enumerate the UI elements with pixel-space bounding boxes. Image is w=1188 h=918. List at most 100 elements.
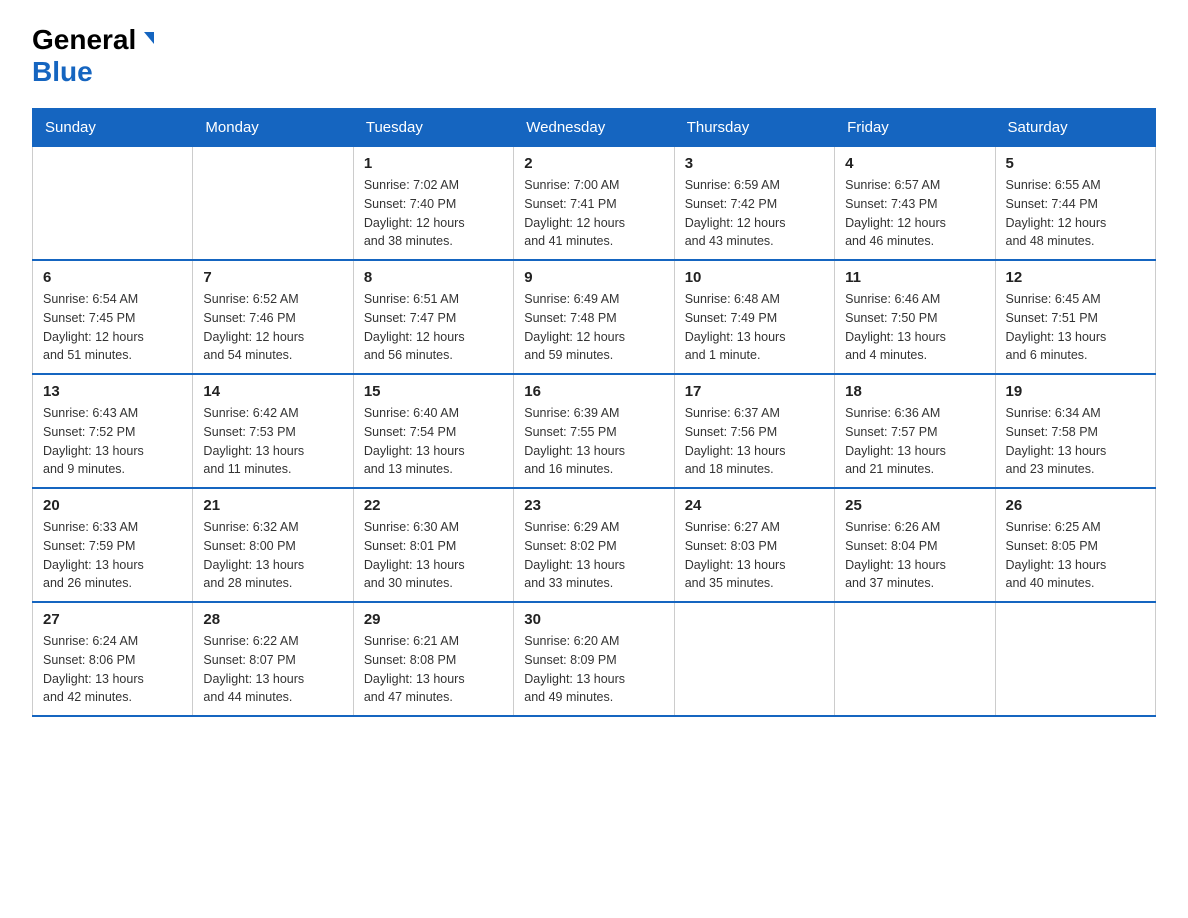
day-info: Sunrise: 6:25 AM Sunset: 8:05 PM Dayligh… [1006, 518, 1145, 593]
logo-general-text: General [32, 24, 136, 56]
calendar-day-cell: 1 Sunrise: 7:02 AM Sunset: 7:40 PM Daylig… [353, 147, 513, 261]
calendar-day-cell: 27 Sunrise: 6:24 AM Sunset: 8:06 PM Dayli… [33, 602, 193, 716]
day-number: 21 [203, 497, 342, 514]
day-info: Sunrise: 6:34 AM Sunset: 7:58 PM Dayligh… [1006, 404, 1145, 479]
day-info: Sunrise: 6:46 AM Sunset: 7:50 PM Dayligh… [845, 290, 984, 365]
day-number: 14 [203, 383, 342, 400]
calendar-day-cell: 20 Sunrise: 6:33 AM Sunset: 7:59 PM Dayli… [33, 488, 193, 602]
day-info: Sunrise: 6:59 AM Sunset: 7:42 PM Dayligh… [685, 176, 824, 251]
day-number: 19 [1006, 383, 1145, 400]
day-number: 29 [364, 611, 503, 628]
day-info: Sunrise: 6:32 AM Sunset: 8:00 PM Dayligh… [203, 518, 342, 593]
day-info: Sunrise: 6:40 AM Sunset: 7:54 PM Dayligh… [364, 404, 503, 479]
calendar-day-cell: 18Sunrise: 6:36 AM Sunset: 7:57 PM Dayli… [835, 374, 995, 488]
calendar-day-cell: 21 Sunrise: 6:32 AM Sunset: 8:00 PM Dayli… [193, 488, 353, 602]
day-number: 2 [524, 155, 663, 172]
day-number: 12 [1006, 269, 1145, 286]
day-number: 30 [524, 611, 663, 628]
calendar-day-cell: 28 Sunrise: 6:22 AM Sunset: 8:07 PM Dayli… [193, 602, 353, 716]
logo-blue-text: Blue [32, 56, 93, 87]
calendar-day-cell: 14 Sunrise: 6:42 AM Sunset: 7:53 PM Dayli… [193, 374, 353, 488]
day-info: Sunrise: 6:33 AM Sunset: 7:59 PM Dayligh… [43, 518, 182, 593]
calendar-day-cell [193, 147, 353, 261]
calendar-day-cell: 2 Sunrise: 7:00 AM Sunset: 7:41 PM Daylig… [514, 147, 674, 261]
day-info: Sunrise: 7:00 AM Sunset: 7:41 PM Dayligh… [524, 176, 663, 251]
logo-arrow-icon [140, 30, 158, 53]
day-number: 20 [43, 497, 182, 514]
day-info: Sunrise: 6:45 AM Sunset: 7:51 PM Dayligh… [1006, 290, 1145, 365]
day-number: 6 [43, 269, 182, 286]
day-info: Sunrise: 6:24 AM Sunset: 8:06 PM Dayligh… [43, 632, 182, 707]
calendar-table: SundayMondayTuesdayWednesdayThursdayFrid… [32, 108, 1156, 717]
calendar-day-cell: 12 Sunrise: 6:45 AM Sunset: 7:51 PM Dayli… [995, 260, 1155, 374]
day-number: 10 [685, 269, 824, 286]
calendar-day-cell [995, 602, 1155, 716]
day-number: 15 [364, 383, 503, 400]
calendar-day-cell: 13 Sunrise: 6:43 AM Sunset: 7:52 PM Dayli… [33, 374, 193, 488]
calendar-day-cell [33, 147, 193, 261]
day-of-week-header: Monday [193, 109, 353, 147]
calendar-day-cell: 24Sunrise: 6:27 AM Sunset: 8:03 PM Dayli… [674, 488, 834, 602]
day-number: 22 [364, 497, 503, 514]
calendar-week-row: 20 Sunrise: 6:33 AM Sunset: 7:59 PM Dayli… [33, 488, 1156, 602]
calendar-day-cell: 8 Sunrise: 6:51 AM Sunset: 7:47 PM Daylig… [353, 260, 513, 374]
calendar-week-row: 13 Sunrise: 6:43 AM Sunset: 7:52 PM Dayli… [33, 374, 1156, 488]
day-info: Sunrise: 6:57 AM Sunset: 7:43 PM Dayligh… [845, 176, 984, 251]
day-of-week-header: Sunday [33, 109, 193, 147]
day-number: 26 [1006, 497, 1145, 514]
day-info: Sunrise: 6:37 AM Sunset: 7:56 PM Dayligh… [685, 404, 824, 479]
day-info: Sunrise: 6:48 AM Sunset: 7:49 PM Dayligh… [685, 290, 824, 365]
day-info: Sunrise: 6:21 AM Sunset: 8:08 PM Dayligh… [364, 632, 503, 707]
calendar-day-cell: 16 Sunrise: 6:39 AM Sunset: 7:55 PM Dayli… [514, 374, 674, 488]
day-number: 16 [524, 383, 663, 400]
day-info: Sunrise: 6:55 AM Sunset: 7:44 PM Dayligh… [1006, 176, 1145, 251]
day-info: Sunrise: 7:02 AM Sunset: 7:40 PM Dayligh… [364, 176, 503, 251]
day-info: Sunrise: 6:27 AM Sunset: 8:03 PM Dayligh… [685, 518, 824, 593]
day-number: 9 [524, 269, 663, 286]
calendar-day-cell: 5 Sunrise: 6:55 AM Sunset: 7:44 PM Daylig… [995, 147, 1155, 261]
day-number: 3 [685, 155, 824, 172]
day-number: 7 [203, 269, 342, 286]
day-info: Sunrise: 6:54 AM Sunset: 7:45 PM Dayligh… [43, 290, 182, 365]
day-info: Sunrise: 6:30 AM Sunset: 8:01 PM Dayligh… [364, 518, 503, 593]
calendar-day-cell: 29 Sunrise: 6:21 AM Sunset: 8:08 PM Dayli… [353, 602, 513, 716]
calendar-day-cell: 30 Sunrise: 6:20 AM Sunset: 8:09 PM Dayli… [514, 602, 674, 716]
day-info: Sunrise: 6:49 AM Sunset: 7:48 PM Dayligh… [524, 290, 663, 365]
day-info: Sunrise: 6:36 AM Sunset: 7:57 PM Dayligh… [845, 404, 984, 479]
day-of-week-header: Saturday [995, 109, 1155, 147]
day-number: 5 [1006, 155, 1145, 172]
page-header: General Blue [32, 24, 1156, 88]
logo: General Blue [32, 24, 158, 88]
day-info: Sunrise: 6:51 AM Sunset: 7:47 PM Dayligh… [364, 290, 503, 365]
calendar-week-row: 6 Sunrise: 6:54 AM Sunset: 7:45 PM Daylig… [33, 260, 1156, 374]
calendar-day-cell: 25 Sunrise: 6:26 AM Sunset: 8:04 PM Dayli… [835, 488, 995, 602]
day-info: Sunrise: 6:43 AM Sunset: 7:52 PM Dayligh… [43, 404, 182, 479]
day-of-week-header: Tuesday [353, 109, 513, 147]
day-info: Sunrise: 6:42 AM Sunset: 7:53 PM Dayligh… [203, 404, 342, 479]
day-info: Sunrise: 6:39 AM Sunset: 7:55 PM Dayligh… [524, 404, 663, 479]
calendar-day-cell: 6 Sunrise: 6:54 AM Sunset: 7:45 PM Daylig… [33, 260, 193, 374]
day-of-week-header: Friday [835, 109, 995, 147]
calendar-day-cell [835, 602, 995, 716]
day-number: 25 [845, 497, 984, 514]
calendar-day-cell: 4 Sunrise: 6:57 AM Sunset: 7:43 PM Daylig… [835, 147, 995, 261]
day-number: 28 [203, 611, 342, 628]
calendar-day-cell: 26 Sunrise: 6:25 AM Sunset: 8:05 PM Dayli… [995, 488, 1155, 602]
day-info: Sunrise: 6:22 AM Sunset: 8:07 PM Dayligh… [203, 632, 342, 707]
calendar-week-row: 27 Sunrise: 6:24 AM Sunset: 8:06 PM Dayli… [33, 602, 1156, 716]
calendar-week-row: 1 Sunrise: 7:02 AM Sunset: 7:40 PM Daylig… [33, 147, 1156, 261]
day-info: Sunrise: 6:26 AM Sunset: 8:04 PM Dayligh… [845, 518, 984, 593]
day-number: 1 [364, 155, 503, 172]
calendar-day-cell: 9 Sunrise: 6:49 AM Sunset: 7:48 PM Daylig… [514, 260, 674, 374]
day-info: Sunrise: 6:20 AM Sunset: 8:09 PM Dayligh… [524, 632, 663, 707]
day-number: 23 [524, 497, 663, 514]
day-number: 4 [845, 155, 984, 172]
day-number: 27 [43, 611, 182, 628]
calendar-header-row: SundayMondayTuesdayWednesdayThursdayFrid… [33, 109, 1156, 147]
day-info: Sunrise: 6:52 AM Sunset: 7:46 PM Dayligh… [203, 290, 342, 365]
day-number: 17 [685, 383, 824, 400]
day-number: 8 [364, 269, 503, 286]
day-number: 13 [43, 383, 182, 400]
day-of-week-header: Thursday [674, 109, 834, 147]
day-number: 11 [845, 269, 984, 286]
